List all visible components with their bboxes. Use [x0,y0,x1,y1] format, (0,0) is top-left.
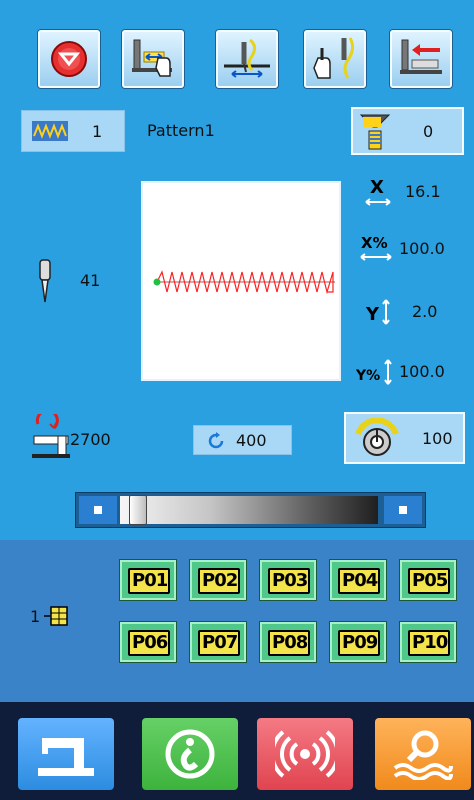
slider-track[interactable] [120,496,378,524]
bank-page-number: 1 [30,607,41,626]
pattern-button-label: P09 [342,632,378,653]
grid-icon [44,606,68,626]
x-scale-icon: X [365,177,391,206]
pattern-button-label-box: P03 [268,568,310,594]
bobbin-counter-button[interactable]: 0 [351,107,464,155]
pattern-button-label: P06 [132,632,168,653]
presser-foot-button[interactable] [390,30,452,88]
set-speed-button[interactable]: 400 [193,425,292,455]
svg-text:X: X [370,177,384,198]
pattern-button[interactable]: P08 [260,622,316,662]
slider-thumb[interactable] [128,495,147,525]
pattern-button-label: P04 [342,570,378,591]
stop-icon [51,41,87,77]
stitch-count: 41 [80,271,101,290]
pattern-button[interactable]: P06 [120,622,176,662]
pattern-button[interactable]: P01 [120,560,176,600]
manual-threading-icon [313,37,355,79]
slider-right-button[interactable] [384,496,422,524]
rotation-icon [208,432,224,449]
search-icon [393,730,453,780]
pattern-button-label: P01 [132,570,168,591]
pattern-button[interactable]: P05 [400,560,456,600]
svg-text:X%: X% [361,234,388,252]
pattern-number: 1 [92,122,103,141]
info-icon [165,729,215,779]
pattern-button-label-box: P07 [198,630,240,656]
pattern-button-label-box: P08 [268,630,310,656]
y-scale-value: 2.0 [412,302,438,321]
sewing-speed-icon [32,414,70,458]
pattern-button[interactable]: P03 [260,560,316,600]
handwheel-icon [355,418,399,456]
x-scale-value: 16.1 [405,182,441,201]
pattern-button-label: P07 [202,632,238,653]
stitch-preview [153,270,335,295]
pattern-button[interactable]: P10 [400,622,456,662]
stop-button[interactable] [38,30,100,88]
position-slider[interactable] [75,492,426,528]
pattern-button-label: P03 [272,570,308,591]
y-scale-icon: Y [365,299,390,325]
needle-icon [39,259,51,303]
sewing-mode-button[interactable] [18,718,114,790]
communication-button[interactable] [257,718,353,790]
pattern-button[interactable]: P07 [190,622,246,662]
feed-adjust-button[interactable] [122,30,184,88]
search-button[interactable] [375,718,471,790]
y-percent-value: 100.0 [399,362,445,381]
pattern-number-button[interactable]: 1 [21,110,125,152]
slider-left-button[interactable] [79,496,117,524]
set-speed-value: 400 [236,431,267,450]
info-button[interactable] [142,718,238,790]
pattern-button-label-box: P09 [338,630,380,656]
pattern-preview [141,181,341,381]
communication-icon [275,730,335,778]
svg-text:Y%: Y% [356,368,380,384]
pattern-button[interactable]: P04 [330,560,386,600]
pattern-button-label-box: P05 [408,568,450,594]
pattern-name: Pattern1 [147,121,215,140]
x-percent-value: 100.0 [399,239,445,258]
max-speed-value: 2700 [70,430,111,449]
jog-button[interactable]: 100 [344,412,465,464]
pattern-button-label-box: P06 [128,630,170,656]
sewing-machine-icon [38,738,94,776]
pattern-button-label-box: P02 [198,568,240,594]
pattern-button-label: P08 [272,632,308,653]
thread-tension-button[interactable] [216,30,278,88]
pattern-button[interactable]: P02 [190,560,246,600]
pattern-button-label-box: P01 [128,568,170,594]
feed-adjust-icon [132,39,172,77]
bobbin-counter-icon [359,114,391,150]
manual-threading-button[interactable] [304,30,366,88]
x-percent-icon: X% [360,234,392,261]
pattern-button-label: P02 [202,570,238,591]
pattern-button-label-box: P04 [338,568,380,594]
svg-text:Y: Y [365,304,380,325]
pattern-button[interactable]: P09 [330,622,386,662]
pattern-button-label: P05 [412,570,448,591]
y-percent-icon: Y% [356,359,392,385]
pattern-button-label: P10 [412,632,448,653]
thread-tension-icon [224,38,270,78]
pattern-button-label-box: P10 [408,630,450,656]
jog-value: 100 [422,429,453,448]
start-point [153,278,161,286]
zigzag-icon [32,121,68,141]
bobbin-counter-value: 0 [423,122,434,141]
presser-foot-icon [400,39,442,74]
